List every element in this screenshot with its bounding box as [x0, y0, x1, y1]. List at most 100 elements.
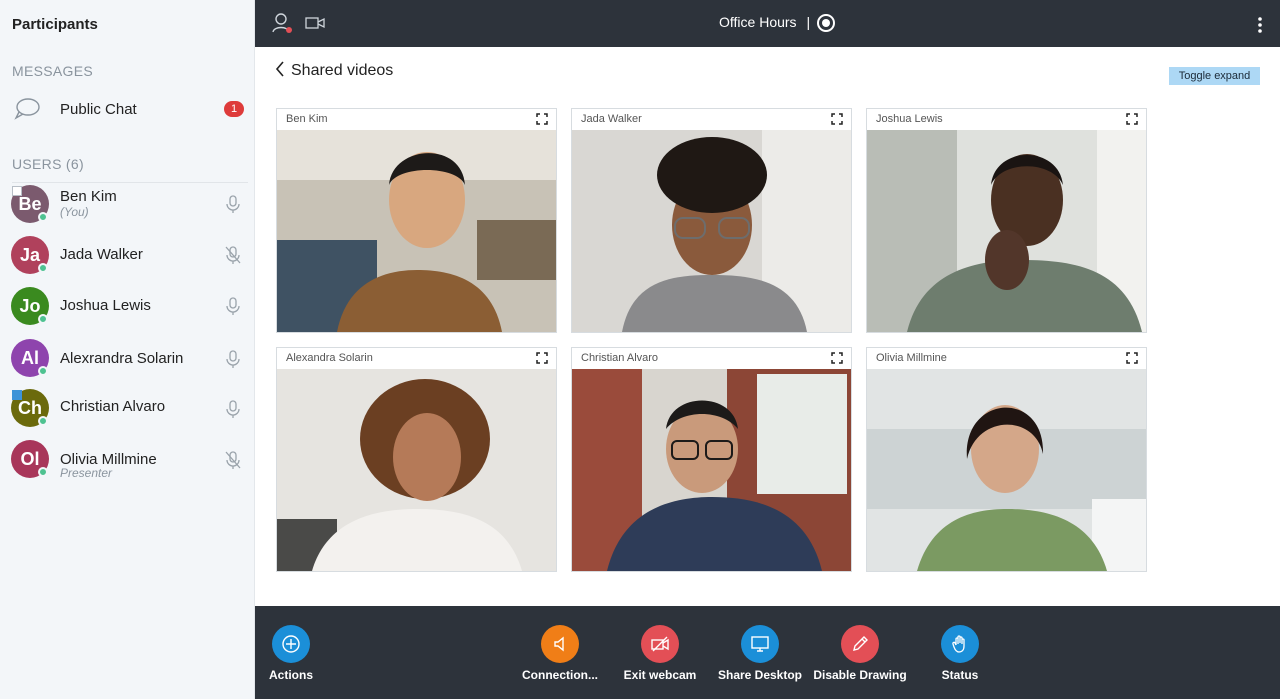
online-status-dot [38, 314, 48, 324]
mic-icon[interactable] [224, 296, 242, 316]
fullscreen-icon[interactable] [536, 352, 548, 364]
avatar: Ch [11, 389, 49, 427]
toggle-expand-button[interactable]: Toggle expand [1169, 67, 1260, 85]
share-desktop-button[interactable]: Share Desktop [710, 606, 810, 699]
user-item-christian-alvaro[interactable]: Ch Christian Alvaro [0, 384, 255, 432]
video-tile-header: Joshua Lewis [867, 109, 1146, 130]
video-tile-header: Ben Kim [277, 109, 556, 130]
video-tile-header: Alexandra Solarin [277, 348, 556, 369]
mic-icon[interactable] [224, 349, 242, 369]
video-tile-jada-walker: Jada Walker [571, 108, 852, 333]
public-chat-item[interactable]: Public Chat 1 [0, 92, 255, 130]
disable-drawing-button[interactable]: Disable Drawing [810, 606, 910, 699]
share-desktop-label: Share Desktop [717, 668, 803, 682]
disable-drawing-label: Disable Drawing [813, 668, 907, 682]
pencil-icon [853, 636, 868, 651]
connection-button[interactable]: Connection... [510, 606, 610, 699]
webcam-video-feed [572, 130, 851, 332]
avatar: Be [11, 185, 49, 223]
status-label: Status [941, 668, 979, 682]
mic-icon[interactable] [224, 399, 242, 419]
status-button[interactable]: Status [910, 606, 1010, 699]
disable-drawing-button-circle [841, 625, 879, 663]
user-name: Jada Walker [60, 246, 143, 263]
speaker-icon [554, 636, 564, 652]
plus-circle-icon [282, 635, 300, 653]
user-item-jada-walker[interactable]: Ja Jada Walker [0, 231, 255, 279]
users-header: USERS (6) [12, 156, 84, 172]
sidebar-title: Participants [12, 16, 98, 33]
user-name: Christian Alvaro [60, 398, 166, 415]
video-participant-name: Ben Kim [286, 113, 328, 125]
actions-button[interactable]: Actions [241, 606, 341, 699]
back-to-shared-videos[interactable]: Shared videos [275, 61, 393, 80]
hand-icon [952, 635, 965, 653]
user-item-joshua-lewis[interactable]: Jo Joshua Lewis [0, 282, 255, 330]
main-content: Shared videos Toggle expand Ben Kim Jada… [255, 47, 1280, 606]
fullscreen-icon[interactable] [831, 113, 843, 125]
video-tile-joshua-lewis: Joshua Lewis [866, 108, 1147, 333]
user-name: Ben Kim [60, 188, 117, 205]
online-status-dot [38, 366, 48, 376]
connection-button-circle [541, 625, 579, 663]
user-list-toggle-icon[interactable] [271, 12, 293, 34]
video-tile-header: Olivia Millmine [867, 348, 1146, 369]
share-desktop-button-circle [741, 625, 779, 663]
unread-badge: 1 [224, 101, 244, 117]
user-role: (You) [60, 205, 89, 219]
action-bar: Actions Connection... Exit webcam Share … [255, 606, 1280, 699]
desktop-icon [751, 636, 769, 652]
mic-icon[interactable] [224, 194, 242, 214]
user-item-alexrandra-solarin[interactable]: Al Alexrandra Solarin [0, 335, 255, 383]
avatar: Jo [11, 287, 49, 325]
camera-off-icon [651, 636, 669, 652]
fullscreen-icon[interactable] [536, 113, 548, 125]
exit-webcam-label: Exit webcam [623, 668, 697, 682]
video-tile-ben-kim: Ben Kim [276, 108, 557, 333]
status-button-circle [941, 625, 979, 663]
user-name: Alexrandra Solarin [60, 350, 184, 367]
presenter-checkbox [12, 186, 22, 196]
video-participant-name: Christian Alvaro [581, 352, 659, 364]
video-tile-christian-alvaro: Christian Alvaro [571, 347, 852, 572]
meeting-title-wrap: Office Hours | [719, 14, 810, 30]
video-tile-header: Christian Alvaro [572, 348, 851, 369]
connection-label: Connection... [522, 668, 598, 682]
video-participant-name: Joshua Lewis [876, 113, 943, 125]
user-role: Presenter [60, 466, 113, 480]
record-icon[interactable] [817, 14, 835, 32]
video-tile-header: Jada Walker [572, 109, 851, 130]
presenter-checkbox [12, 390, 22, 400]
mic-muted-icon[interactable] [224, 245, 242, 265]
participants-sidebar: Participants MESSAGES Public Chat 1 USER… [0, 0, 255, 699]
title-separator: | [806, 14, 811, 30]
webcam-video-feed [277, 130, 556, 332]
chat-bubble-icon [14, 98, 40, 120]
video-tile-alexandra-solarin: Alexandra Solarin [276, 347, 557, 572]
online-status-dot [38, 263, 48, 273]
fullscreen-icon[interactable] [1126, 352, 1138, 364]
messages-header: MESSAGES [12, 63, 93, 79]
exit-webcam-button[interactable]: Exit webcam [610, 606, 710, 699]
webcam-video-feed [867, 130, 1146, 332]
user-name: Joshua Lewis [60, 297, 151, 314]
more-options-icon[interactable] [1256, 16, 1264, 34]
user-item-olivia-millmine[interactable]: Ol Olivia Millmine Presenter [0, 436, 255, 484]
fullscreen-icon[interactable] [1126, 113, 1138, 125]
top-bar: Office Hours | [255, 0, 1280, 47]
fullscreen-icon[interactable] [831, 352, 843, 364]
chevron-left-icon [275, 61, 284, 77]
online-status-dot [38, 416, 48, 426]
user-item-ben-kim[interactable]: Be Ben Kim (You) [0, 182, 255, 230]
avatar: Ol [11, 440, 49, 478]
meeting-title: Office Hours [719, 14, 797, 30]
avatar: Ja [11, 236, 49, 274]
online-status-dot [38, 212, 48, 222]
webcam-video-feed [867, 369, 1146, 571]
mic-muted-icon[interactable] [224, 450, 242, 470]
video-participant-name: Jada Walker [581, 113, 642, 125]
video-participant-name: Olivia Millmine [876, 352, 947, 364]
webcam-icon[interactable] [305, 15, 325, 31]
section-title: Shared videos [291, 62, 394, 79]
online-status-dot [38, 467, 48, 477]
